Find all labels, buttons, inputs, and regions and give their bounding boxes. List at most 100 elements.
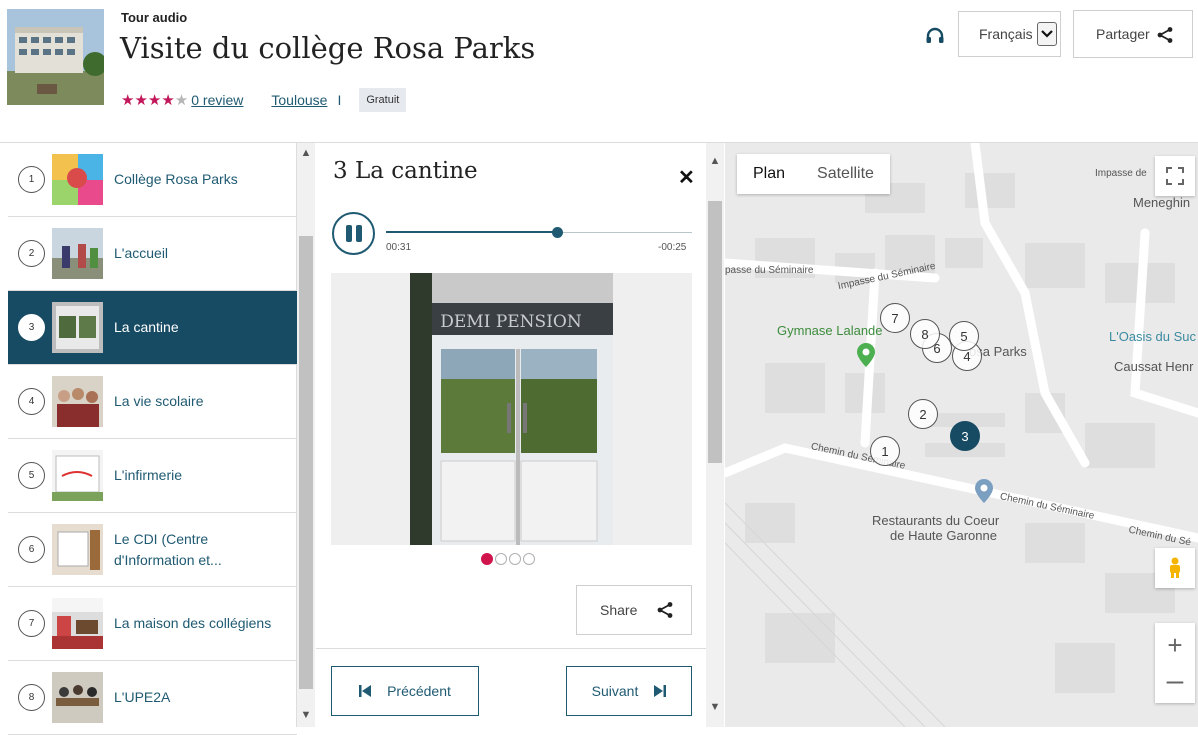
zoom-out-icon[interactable]: – xyxy=(1167,663,1184,699)
stop-label: La cantine xyxy=(114,319,179,335)
pegman-icon xyxy=(1170,557,1180,578)
stop-label: L'UPE2A xyxy=(114,689,171,705)
previous-button[interactable]: Précédent xyxy=(331,666,479,716)
chevron-down-icon xyxy=(1037,22,1057,46)
list-item[interactable]: 6 Le CDI (Centre d'Information et... xyxy=(8,513,297,587)
tour-cover-image xyxy=(7,9,104,105)
share-icon xyxy=(657,602,673,618)
stop-label: Collège Rosa Parks xyxy=(114,171,238,187)
stop-thumbnail xyxy=(52,598,103,649)
map-label: Restaurants du Coeur xyxy=(872,513,1000,528)
share-stop-button[interactable]: Share xyxy=(576,585,692,635)
map-marker[interactable]: 7 xyxy=(880,303,910,333)
close-icon[interactable]: ✕ xyxy=(678,165,695,190)
skip-previous-icon xyxy=(359,685,372,697)
carousel-dot[interactable] xyxy=(523,553,535,565)
scroll-up-icon[interactable]: ▲ xyxy=(706,153,724,169)
map-view[interactable]: Plan Satellite Impasse de Meneghin passe… xyxy=(725,143,1198,727)
headphones-icon xyxy=(926,27,944,43)
stop-thumbnail xyxy=(52,302,103,353)
detail-scrollbar-thumb[interactable] xyxy=(708,201,722,463)
language-select-value: Français xyxy=(979,26,1033,42)
fullscreen-button[interactable] xyxy=(1155,156,1195,196)
list-scrollbar[interactable]: ▲ ▼ xyxy=(297,143,315,727)
share-icon xyxy=(1157,27,1173,43)
scroll-down-icon[interactable]: ▼ xyxy=(706,699,724,715)
fullscreen-icon xyxy=(1166,167,1184,185)
language-select[interactable]: Français xyxy=(958,11,1061,57)
page-title: Visite du collège Rosa Parks xyxy=(120,31,536,65)
list-item[interactable]: 8 L'UPE2A xyxy=(8,661,297,735)
stop-number: 3 xyxy=(18,314,45,341)
meta-separator: I xyxy=(337,92,342,108)
list-item[interactable]: 4 La vie scolaire xyxy=(8,365,297,439)
city-link[interactable]: Toulouse xyxy=(271,92,327,108)
stop-thumbnail xyxy=(52,228,103,279)
stop-list[interactable]: 1 Collège Rosa Parks 2 L'accueil 3 La ca… xyxy=(8,143,297,735)
list-item[interactable]: 2 L'accueil xyxy=(8,217,297,291)
map-pin-icon xyxy=(857,343,875,367)
carousel-dot[interactable] xyxy=(509,553,521,565)
price-badge: Gratuit xyxy=(359,88,407,112)
stop-thumbnail xyxy=(52,524,103,575)
detail-scrollbar[interactable]: ▲ ▼ xyxy=(706,143,724,727)
map-label: Gymnase Lalande xyxy=(777,323,883,338)
carousel-dot[interactable] xyxy=(495,553,507,565)
stop-label: L'infirmerie xyxy=(114,467,183,483)
photo-sign-text: DEMI PENSION xyxy=(440,312,582,332)
tour-header: Tour audio Visite du collège Rosa Parks … xyxy=(0,0,1198,142)
stop-number: 4 xyxy=(18,388,45,415)
audio-progress-slider[interactable] xyxy=(386,227,692,238)
map-label: passe du Séminaire xyxy=(725,265,814,276)
zoom-in-icon[interactable]: + xyxy=(1167,627,1182,663)
list-item[interactable]: 5 L'infirmerie xyxy=(8,439,297,513)
map-marker[interactable]: 1 xyxy=(870,436,900,466)
map-label: L'Oasis du Suc xyxy=(1109,329,1197,344)
map-label: de Haute Garonne xyxy=(890,528,997,543)
map-label: Meneghin xyxy=(1133,195,1191,210)
stop-thumbnail xyxy=(52,450,103,501)
stop-number: 5 xyxy=(18,462,45,489)
share-stop-label: Share xyxy=(600,602,638,618)
stop-number: 6 xyxy=(18,536,45,563)
next-button[interactable]: Suivant xyxy=(566,666,692,716)
stop-label: L'accueil xyxy=(114,245,169,261)
audio-progress-handle[interactable] xyxy=(552,227,564,238)
pause-button[interactable] xyxy=(332,212,375,255)
stop-number: 1 xyxy=(18,166,45,193)
stop-thumbnail xyxy=(52,376,103,427)
map-marker[interactable]: 2 xyxy=(908,399,938,429)
map-type-plan[interactable]: Plan xyxy=(737,154,801,194)
stop-number: 2 xyxy=(18,240,45,267)
list-item[interactable]: 1 Collège Rosa Parks xyxy=(8,143,297,217)
map-type-satellite[interactable]: Satellite xyxy=(801,154,890,194)
tour-kicker: Tour audio xyxy=(121,10,188,25)
stop-title: 3 La cantine xyxy=(333,158,478,184)
photo-carousel-dots xyxy=(481,553,535,565)
stop-label: Le CDI (Centre d'Information et... xyxy=(114,530,222,568)
map-marker[interactable]: 3 xyxy=(950,421,980,451)
audio-progress-fill xyxy=(386,231,558,233)
list-item[interactable]: 3 La cantine xyxy=(8,291,297,365)
scroll-down-icon[interactable]: ▼ xyxy=(297,707,315,723)
skip-next-icon xyxy=(654,685,667,697)
reviews-link[interactable]: 0 review xyxy=(191,92,243,108)
street-view-button[interactable] xyxy=(1155,548,1195,588)
carousel-dot[interactable] xyxy=(481,553,493,565)
time-remaining: -00:25 xyxy=(658,242,687,253)
list-scrollbar-thumb[interactable] xyxy=(299,236,313,689)
map-type-toggle[interactable]: Plan Satellite xyxy=(737,154,890,194)
list-item[interactable]: 7 La maison des collégiens xyxy=(8,587,297,661)
previous-label: Précédent xyxy=(387,683,451,699)
next-label: Suivant xyxy=(591,683,639,699)
map-marker[interactable]: 8 xyxy=(910,319,940,349)
stop-number: 7 xyxy=(18,610,45,637)
share-tour-button[interactable]: Partager xyxy=(1073,10,1193,58)
stop-thumbnail xyxy=(52,154,103,205)
map-marker[interactable]: 5 xyxy=(949,321,979,351)
time-current: 00:31 xyxy=(386,242,412,253)
map-label: Impasse de xyxy=(1095,168,1147,179)
rating-stars: ★★★★★ xyxy=(121,92,189,109)
scroll-up-icon[interactable]: ▲ xyxy=(297,145,315,161)
detail-divider xyxy=(316,648,706,649)
